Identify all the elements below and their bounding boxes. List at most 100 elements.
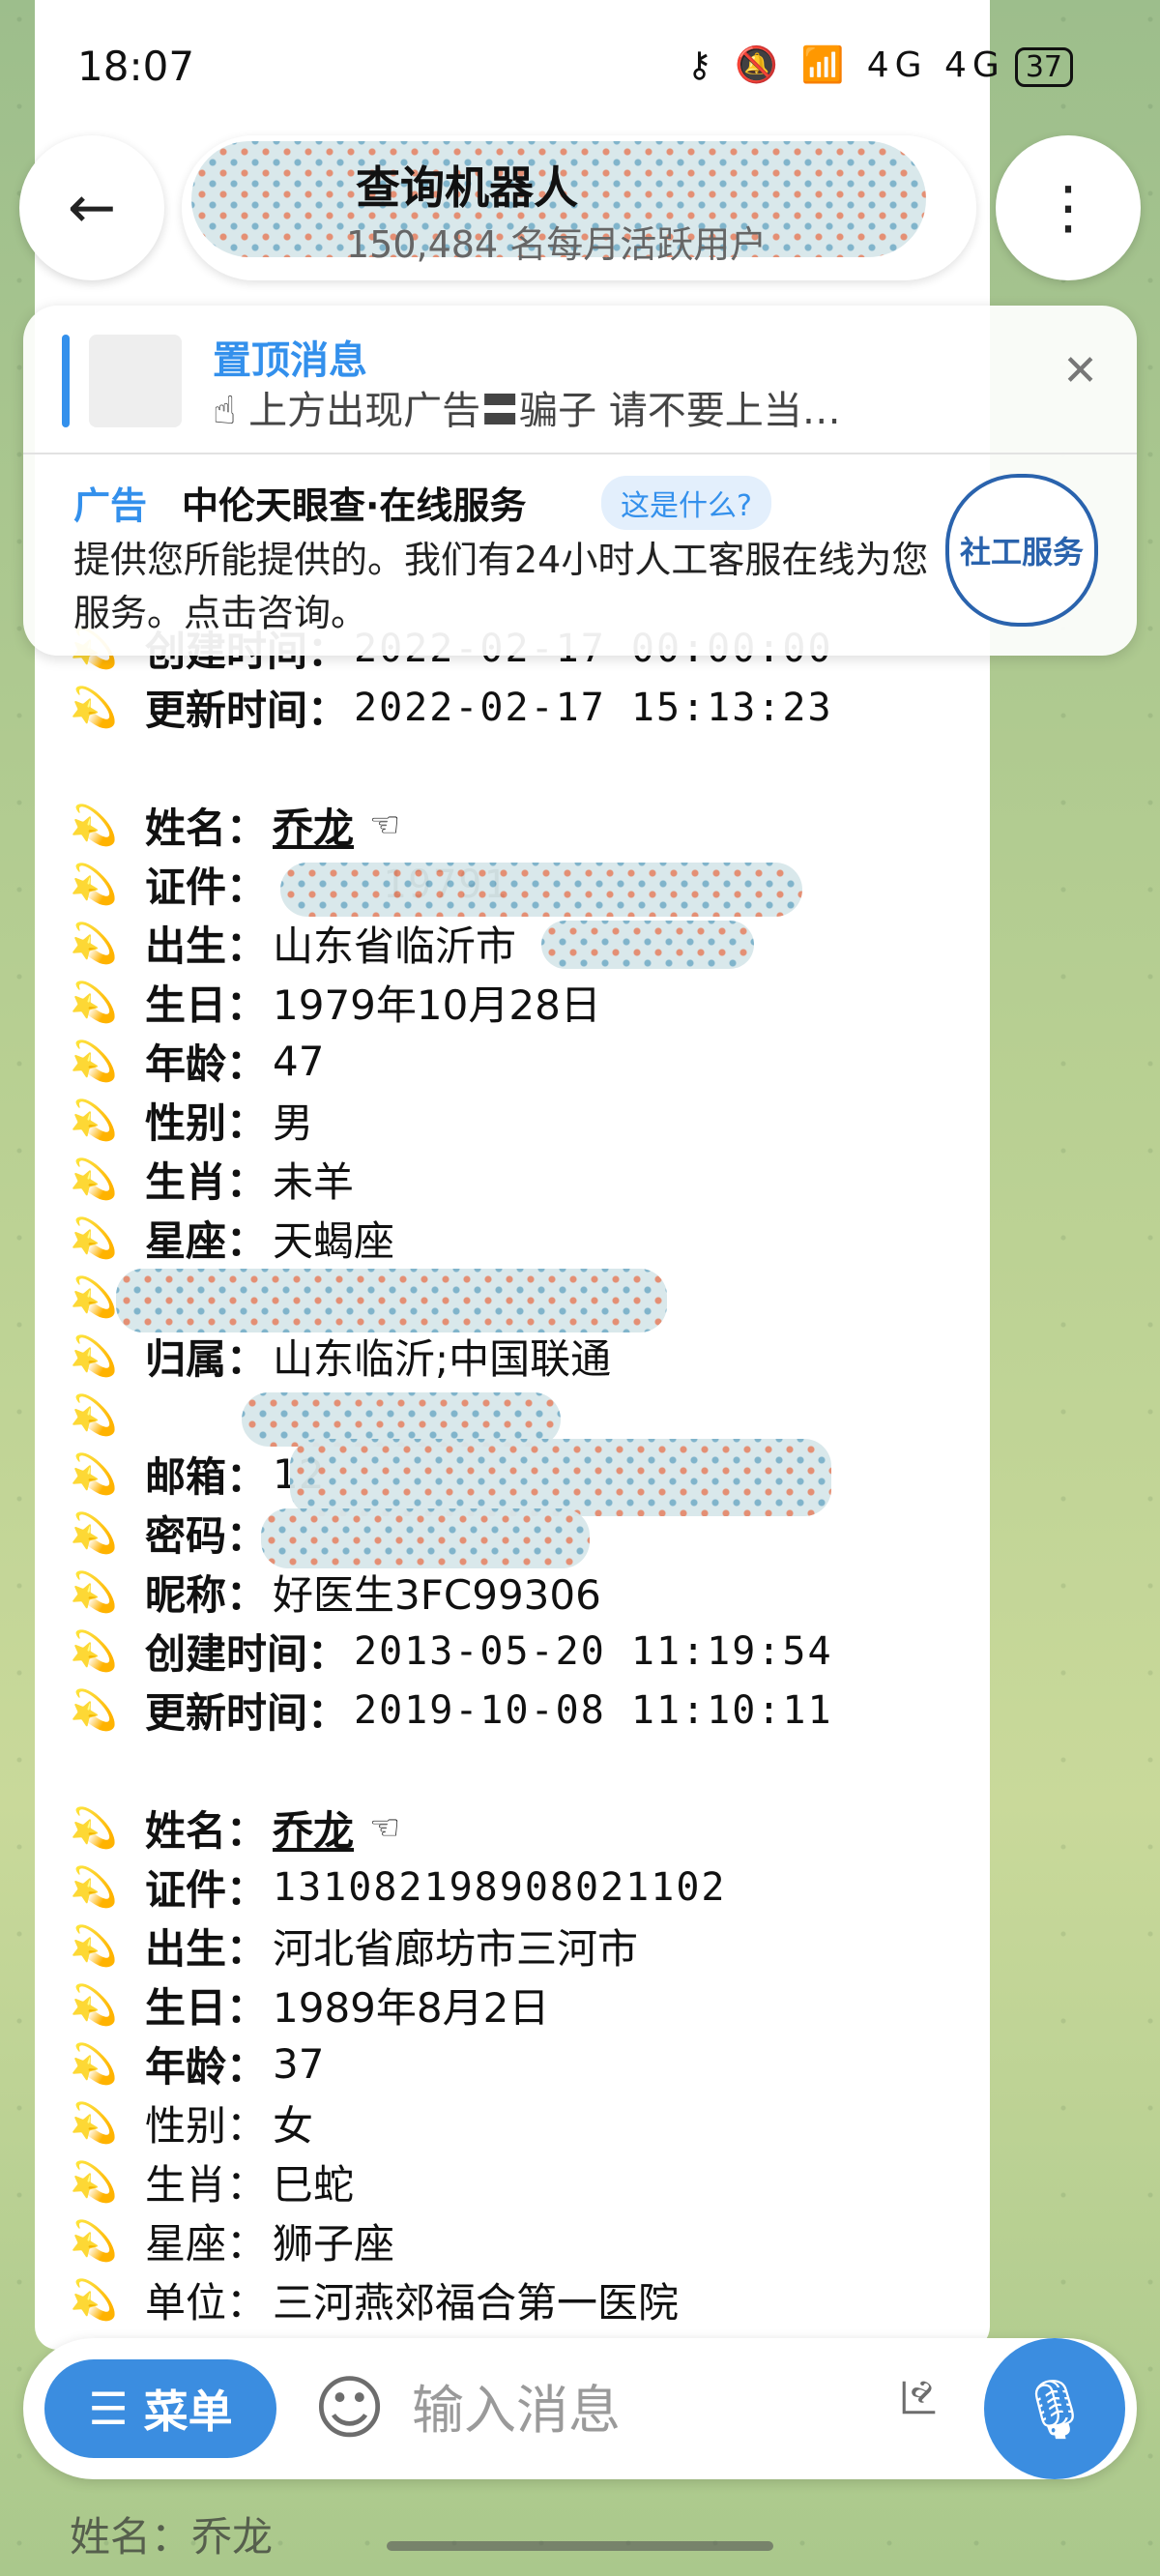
chat-header[interactable]: 查询机器人 150,484 名每月活跃用户 xyxy=(182,135,976,280)
field-label: 创建时间： xyxy=(145,1630,349,1678)
field-value: 男 xyxy=(273,1099,314,1147)
name-link[interactable]: 乔龙 xyxy=(273,796,354,855)
microphone-icon: 🎙 xyxy=(1017,2375,1092,2444)
field-value: 巳蛇 xyxy=(273,2161,355,2209)
field-value: 2013-05-20 11:19:54 xyxy=(354,1628,833,1674)
pinned-thumbnail[interactable] xyxy=(89,335,182,427)
sparkle-star-icon: 💫 xyxy=(70,1865,118,1910)
record-row: 💫 生肖： 巳蛇 xyxy=(70,2152,978,2211)
battery-icon: 37 xyxy=(1014,47,1073,87)
ad-info-button[interactable]: 这是什么? xyxy=(601,476,771,530)
ad-logo[interactable]: 社工服务 xyxy=(945,474,1098,627)
name-link[interactable]: 乔龙 xyxy=(273,1799,354,1858)
sparkle-star-icon: 💫 xyxy=(70,1924,118,1969)
field-label: 生肖： xyxy=(145,2161,268,2209)
field-label: 出生： xyxy=(145,1925,268,1973)
back-arrow-icon: ← xyxy=(67,174,117,242)
sparkle-star-icon: 💫 xyxy=(70,2278,118,2323)
field-label: 姓名： xyxy=(145,1807,268,1855)
field-label: 出生： xyxy=(145,922,268,970)
field-label: 证件： xyxy=(145,1866,268,1914)
sparkle-star-icon: 💫 xyxy=(70,1511,118,1556)
sparkle-star-icon: 💫 xyxy=(70,2219,118,2264)
hamburger-icon: ☰ xyxy=(88,2383,129,2435)
record-row: 💫 昵称： 好医生3FC99306 xyxy=(70,1563,978,1622)
record-row: 💫 生肖： 未羊 xyxy=(70,1150,978,1209)
field-label: 邮箱： xyxy=(145,1453,268,1501)
next-message-preview: 姓名：乔龙 xyxy=(70,2513,274,2561)
ad-title[interactable]: 中伦天眼查·在线服务 xyxy=(182,476,526,529)
field-value: 狮子座 xyxy=(273,2220,395,2268)
message-composer: ☰菜单 ☺ ⎀ xyxy=(23,2338,1137,2479)
sparkle-star-icon: 💫 xyxy=(70,1393,118,1438)
record-row: 💫 星座： 狮子座 xyxy=(70,2211,978,2270)
redaction-overlay xyxy=(261,1508,590,1568)
record-row: 💫 姓名： 乔龙 ☜ xyxy=(70,796,978,855)
redaction-overlay xyxy=(290,1439,831,1516)
field-value: 131082198908021102 xyxy=(273,1864,727,1910)
sparkle-star-icon: 💫 xyxy=(70,863,118,907)
sparkle-star-icon: 💫 xyxy=(70,2042,118,2087)
field-value: 2019-10-08 11:10:11 xyxy=(354,1687,833,1733)
menu-button[interactable]: ☰ 菜单 xyxy=(44,2359,276,2458)
sparkle-star-icon: 💫 xyxy=(70,1334,118,1379)
field-value: 47 xyxy=(273,1038,325,1085)
field-label: 星座： xyxy=(145,2220,268,2268)
field-value: 山东临沂;中国联通 xyxy=(273,1335,612,1383)
close-icon[interactable]: ✕ xyxy=(1062,346,1098,395)
sparkle-star-icon: 💫 xyxy=(70,1157,118,1202)
pinned-text[interactable]: ☝ 上方出现广告〓骗子 请不要上当… xyxy=(213,379,841,435)
clock: 18:07 xyxy=(77,43,195,90)
status-icons: ⚷ 🔕 📶 4G 4G 37 xyxy=(686,44,1073,87)
record-row: 💫 单位： 三河燕郊福合第一医院 xyxy=(70,2270,978,2329)
record-row: 💫 性别：男 xyxy=(70,1091,978,1150)
sparkle-star-icon: 💫 xyxy=(70,981,118,1025)
sparkle-star-icon: 💫 xyxy=(70,1983,118,2028)
sparkle-star-icon: 💫 xyxy=(70,1216,118,1261)
field-label: 姓名： xyxy=(145,805,268,852)
record-row: 💫 出生： 山东省临沂市 xyxy=(70,914,978,973)
sparkle-star-icon: 💫 xyxy=(70,1570,118,1615)
field-value: 三河燕郊福合第一医院 xyxy=(273,2279,680,2327)
field-label: 生肖： xyxy=(145,1158,268,1206)
field-value: 天蝎座 xyxy=(273,1217,395,1265)
sparkle-star-icon: 💫 xyxy=(70,2160,118,2205)
message-input[interactable] xyxy=(410,2367,897,2452)
pinned-indicator xyxy=(62,335,70,427)
field-label: 生日： xyxy=(145,981,268,1029)
field-label: 性别： xyxy=(145,2102,268,2150)
field-value: 未羊 xyxy=(273,1158,355,1206)
ad-label: 广告 xyxy=(73,484,148,527)
more-options-button[interactable]: ⋮ xyxy=(996,135,1141,280)
home-indicator xyxy=(387,2541,773,2551)
record-row: 💫 创建时间： 2013-05-20 11:19:54 xyxy=(70,1622,978,1681)
sparkle-star-icon: 💫 xyxy=(70,1098,118,1143)
signal-icons: ⚷ 🔕 📶 4G 4G xyxy=(686,45,1005,85)
field-label: 年龄： xyxy=(145,1040,268,1088)
pinned-title[interactable]: 置顶消息 xyxy=(213,329,367,385)
sparkle-star-icon: 💫 xyxy=(70,1039,118,1084)
field-label: 昵称： xyxy=(145,1571,268,1619)
record-row: 💫 更新时间： 2019-10-08 11:10:11 xyxy=(70,1681,978,1740)
field-value: 1979年10月28日 xyxy=(273,981,601,1029)
field-label: 密码： xyxy=(145,1512,268,1560)
back-button[interactable]: ← xyxy=(19,135,164,280)
voice-record-button[interactable]: 🎙 xyxy=(984,2338,1125,2479)
record-row: 💫 星座： 天蝎座 xyxy=(70,1209,978,1268)
redaction-overlay xyxy=(541,921,754,969)
chat-title: 查询机器人 xyxy=(356,161,578,214)
sparkle-star-icon: 💫 xyxy=(70,1629,118,1674)
field-label: 年龄： xyxy=(145,2043,268,2091)
field-value: 河北省廊坊市三河市 xyxy=(273,1925,639,1973)
ad-body[interactable]: 提供您所能提供的。我们有24小时人工客服在线为您服务。点击咨询。 xyxy=(73,534,943,640)
pinned-and-ad-panel: 置顶消息 ☝ 上方出现广告〓骗子 请不要上当… ✕ 广告 中伦天眼查·在线服务 … xyxy=(23,306,1137,656)
field-value: 1989年8月2日 xyxy=(273,1984,550,2032)
field-label: 归属： xyxy=(145,1335,268,1383)
menu-label: 菜单 xyxy=(143,2386,233,2438)
emoji-icon[interactable]: ☺ xyxy=(313,2367,386,2448)
record-row: 💫 归属： 山东临沂;中国联通 xyxy=(70,1327,978,1386)
sparkle-star-icon: 💫 xyxy=(70,1806,118,1851)
record-row: 💫 年龄： 47 xyxy=(70,1032,978,1091)
field-label: 更新时间： xyxy=(145,687,349,734)
redaction-overlay xyxy=(280,863,802,917)
